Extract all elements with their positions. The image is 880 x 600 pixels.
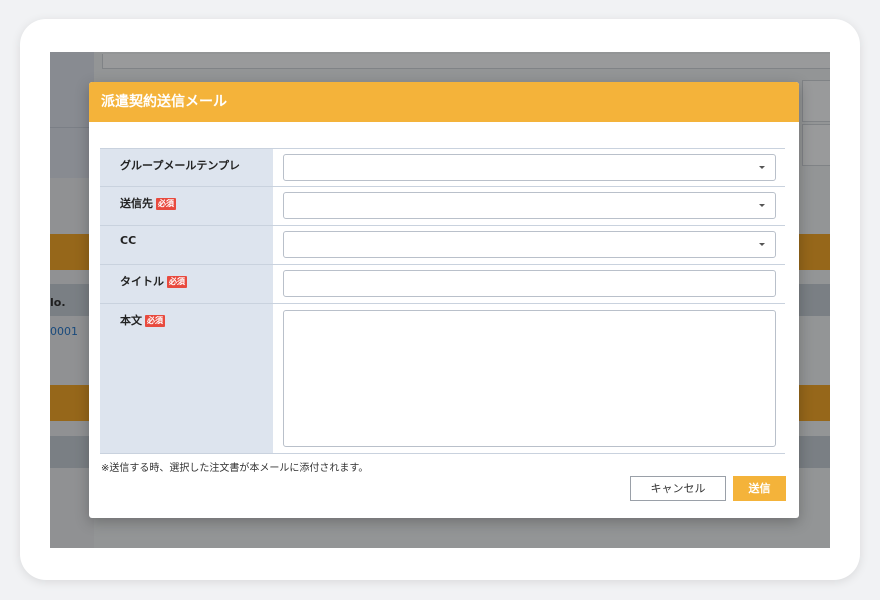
to-select[interactable] (283, 192, 776, 219)
to-label-text: 送信先 (120, 197, 153, 210)
subject-input[interactable] (283, 270, 776, 297)
body-label: 本文 必須 (100, 304, 273, 453)
mail-form: グループメールテンプレ 送信先 必須 CC タイトル 必須 本文 必須 (100, 148, 785, 454)
cc-label-text: CC (120, 234, 137, 247)
attachment-note: ※送信する時、選択した注文書が本メールに添付されます。 (101, 463, 369, 474)
send-mail-dialog: 派遣契約送信メール グループメールテンプレ 送信先 必須 CC タイトル 必須 … (89, 82, 799, 518)
required-badge: 必須 (167, 276, 187, 288)
template-select[interactable] (283, 154, 776, 181)
template-label-text: グループメールテンプレ (120, 159, 241, 172)
chevron-down-icon (759, 166, 765, 169)
chevron-down-icon (759, 204, 765, 207)
chevron-down-icon (759, 243, 765, 246)
form-row-cc: CC (100, 226, 785, 265)
form-row-body: 本文 必須 (100, 304, 785, 454)
subject-label: タイトル 必須 (100, 265, 273, 303)
to-label: 送信先 必須 (100, 187, 273, 225)
required-badge: 必須 (145, 315, 165, 327)
form-row-template: グループメールテンプレ (100, 149, 785, 187)
form-row-subject: タイトル 必須 (100, 265, 785, 304)
cc-select[interactable] (283, 231, 776, 258)
template-label: グループメールテンプレ (100, 149, 273, 186)
form-row-to: 送信先 必須 (100, 187, 785, 226)
send-button[interactable]: 送信 (733, 476, 786, 501)
subject-label-text: タイトル (120, 275, 164, 288)
required-badge: 必須 (156, 198, 176, 210)
cancel-button[interactable]: キャンセル (630, 476, 726, 501)
body-label-text: 本文 (120, 314, 142, 327)
cc-label: CC (100, 226, 273, 264)
dialog-title: 派遣契約送信メール (89, 82, 799, 122)
body-textarea[interactable] (283, 310, 776, 447)
